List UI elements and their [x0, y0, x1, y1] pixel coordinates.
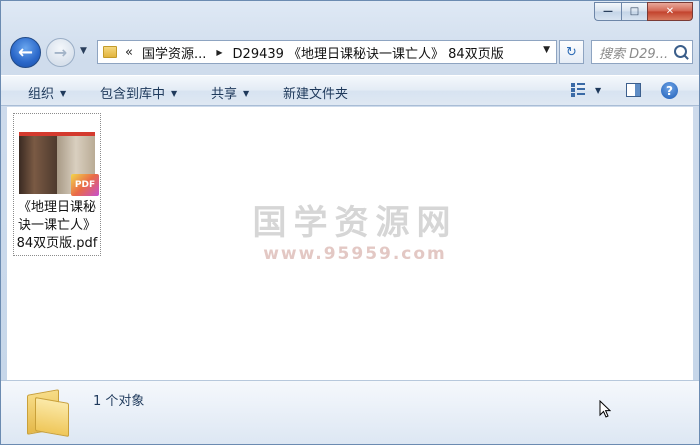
- share-menu[interactable]: 共享 ▼: [211, 83, 249, 102]
- folder-icon: [25, 388, 71, 437]
- back-button[interactable]: ←: [10, 37, 41, 68]
- command-bar: 组织 ▼ 包含到库中 ▼ 共享 ▼ 新建文件夹 ▼ ?: [1, 75, 699, 106]
- change-view-icon[interactable]: [571, 83, 585, 97]
- watermark: 国学资源网 www.95959.com: [245, 195, 465, 264]
- address-dropdown-icon[interactable]: ▼: [543, 45, 550, 55]
- help-icon[interactable]: ?: [661, 82, 678, 99]
- chevron-down-icon: ▼: [171, 89, 178, 98]
- maximize-button[interactable]: □: [621, 2, 647, 21]
- forward-button[interactable]: →: [46, 38, 75, 67]
- address-bar[interactable]: « 国学资源... ▶ D29439 《地理日课秘诀一课亡人》 84双页版 ▼: [97, 40, 557, 64]
- back-arrow-icon: ←: [17, 42, 34, 63]
- refresh-button[interactable]: ↻: [559, 40, 584, 64]
- watermark-url: www.95959.com: [263, 244, 447, 264]
- search-icon[interactable]: [674, 45, 687, 58]
- view-options-dropdown[interactable]: ▼: [595, 86, 601, 95]
- address-overflow-chevron[interactable]: «: [125, 45, 133, 60]
- breadcrumb-segment[interactable]: 国学资源...: [142, 43, 206, 62]
- forward-arrow-icon: →: [53, 43, 68, 62]
- chevron-down-icon: ▼: [243, 89, 250, 98]
- new-folder-button[interactable]: 新建文件夹: [283, 83, 348, 102]
- recent-pages-dropdown[interactable]: ▼: [80, 46, 92, 58]
- mouse-cursor-icon: [599, 400, 611, 418]
- chevron-down-icon: ▼: [60, 89, 67, 98]
- breadcrumb-segment[interactable]: D29439 《地理日课秘诀一课亡人》 84双页版: [233, 43, 504, 62]
- minimize-button[interactable]: —: [594, 2, 621, 21]
- search-placeholder: 搜索 D29...: [599, 46, 669, 62]
- close-button[interactable]: ✕: [647, 2, 693, 21]
- breadcrumb-arrow-icon[interactable]: ▶: [216, 48, 222, 57]
- include-in-library-menu[interactable]: 包含到库中 ▼: [100, 83, 177, 102]
- file-list-area[interactable]: PDF 《地理日课秘 诀一课亡人》 84双页版.pdf 国学资源网 www.95…: [7, 107, 693, 380]
- organize-menu[interactable]: 组织 ▼: [28, 83, 66, 102]
- caption-buttons: — □ ✕: [594, 2, 693, 21]
- search-input[interactable]: 搜索 D29...: [591, 40, 693, 64]
- folder-icon: [103, 46, 117, 58]
- watermark-title: 国学资源网: [252, 203, 458, 243]
- explorer-window: — □ ✕ ← → ▼ « 国学资源... ▶ D29439 《地理日课秘诀一课…: [0, 0, 700, 445]
- refresh-icon: ↻: [566, 44, 577, 60]
- details-pane: 1 个对象: [1, 380, 699, 444]
- navigation-bar: ← → ▼ « 国学资源... ▶ D29439 《地理日课秘诀一课亡人》 84…: [1, 35, 700, 69]
- preview-pane-icon[interactable]: [626, 83, 641, 97]
- file-name: 《地理日课秘 诀一课亡人》 84双页版.pdf: [16, 200, 98, 251]
- pdf-icon: PDF: [71, 174, 99, 196]
- item-count: 1 个对象: [93, 394, 145, 409]
- file-item[interactable]: PDF 《地理日课秘 诀一课亡人》 84双页版.pdf: [13, 113, 101, 256]
